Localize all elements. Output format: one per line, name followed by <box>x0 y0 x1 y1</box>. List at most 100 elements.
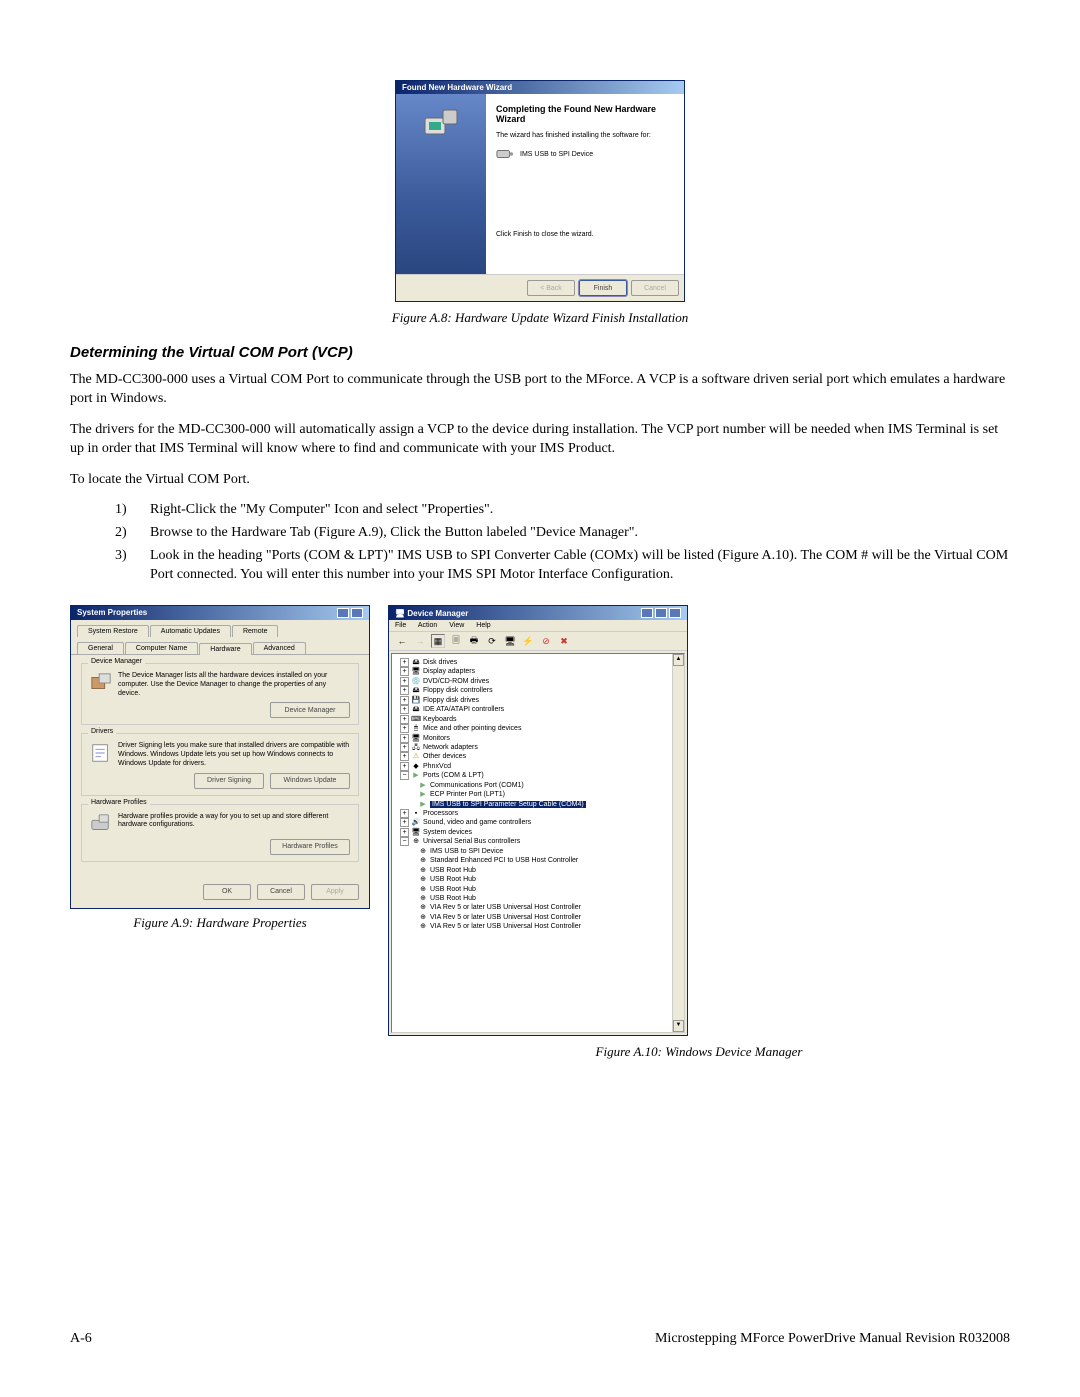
system-properties-dialog: System Properties System Restore Automat… <box>70 605 370 909</box>
menu-file[interactable]: File <box>395 622 406 629</box>
node-proc[interactable]: +▪Processors <box>400 809 682 818</box>
node-mon[interactable]: +🖥Monitors <box>400 734 682 743</box>
scroll-up-icon[interactable]: ▲ <box>673 654 684 666</box>
scan-icon[interactable]: 🖥 <box>503 634 517 648</box>
paragraph-2: The drivers for the MD-CC300-000 will au… <box>70 421 1010 459</box>
node-usb-via2[interactable]: ⊕VIA Rev 5 or later USB Universal Host C… <box>418 913 682 922</box>
node-ports[interactable]: −▶Ports (COM & LPT) <box>400 771 682 780</box>
node-usb-hub4[interactable]: ⊕USB Root Hub <box>418 894 682 903</box>
step-3: 3)Look in the heading "Ports (COM & LPT)… <box>115 547 1010 585</box>
node-usb[interactable]: −⊕Universal Serial Bus controllers <box>400 837 682 846</box>
node-mice[interactable]: +🖱Mice and other pointing devices <box>400 724 682 733</box>
print-icon[interactable]: 🖶 <box>467 634 481 648</box>
figure-a10-caption: Figure A.10: Windows Device Manager <box>388 1044 1010 1060</box>
tab-advanced[interactable]: Advanced <box>253 642 306 654</box>
dm-group-label: Device Manager <box>88 658 145 665</box>
cancel-button-sp[interactable]: Cancel <box>257 884 305 900</box>
hardware-wizard-dialog: Found New Hardware Wizard Completing the… <box>395 80 685 302</box>
maximize-icon[interactable] <box>655 608 667 618</box>
driver-signing-button[interactable]: Driver Signing <box>194 773 264 789</box>
hardware-profiles-button[interactable]: Hardware Profiles <box>270 839 350 855</box>
node-usb-ims[interactable]: ⊕IMS USB to SPI Device <box>418 847 682 856</box>
back-button: < Back <box>527 280 575 296</box>
paragraph-1: The MD-CC300-000 uses a Virtual COM Port… <box>70 371 1010 409</box>
node-usb-via1[interactable]: ⊕VIA Rev 5 or later USB Universal Host C… <box>418 903 682 912</box>
node-lpt1[interactable]: ▶ECP Printer Port (LPT1) <box>418 790 682 799</box>
page-number: A-6 <box>70 1331 92 1347</box>
dm-menubar: File Action View Help <box>389 620 687 632</box>
tab-remote[interactable]: Remote <box>232 625 279 637</box>
step-1: 1)Right-Click the "My Computer" Icon and… <box>115 501 1010 520</box>
sp-title-text: System Properties <box>77 608 147 618</box>
dm-icon <box>90 672 112 694</box>
node-phnx[interactable]: +◆PhnxVcd <box>400 762 682 771</box>
node-usb-hub1[interactable]: ⊕USB Root Hub <box>418 866 682 875</box>
wizard-text: The wizard has finished installing the s… <box>496 132 674 139</box>
dm-toolbar: ← → ▦ 🗏 🖶 ⟳ 🖥 ⚡ ⊘ ✖ <box>389 632 687 651</box>
footer-text: Microstepping MForce PowerDrive Manual R… <box>655 1331 1010 1347</box>
node-ide[interactable]: +🖴IDE ATA/ATAPI controllers <box>400 705 682 714</box>
dm-title-text: Device Manager <box>407 609 468 618</box>
back-icon[interactable]: ← <box>395 634 409 648</box>
menu-action[interactable]: Action <box>418 622 437 629</box>
tree-icon[interactable]: ▦ <box>431 634 445 648</box>
device-name: IMS USB to SPI Device <box>520 151 593 158</box>
node-net[interactable]: +🖧Network adapters <box>400 743 682 752</box>
menu-help[interactable]: Help <box>476 622 490 629</box>
figure-a9-caption: Figure A.9: Hardware Properties <box>70 915 370 931</box>
tab-general[interactable]: General <box>77 642 124 654</box>
wizard-title-bar: Found New Hardware Wizard <box>396 81 684 94</box>
apply-button: Apply <box>311 884 359 900</box>
node-dvd[interactable]: +💿DVD/CD-ROM drives <box>400 677 682 686</box>
device-tree[interactable]: +🖴Disk drives +🖥Display adapters +💿DVD/C… <box>391 653 685 1033</box>
close-icon-dm[interactable] <box>669 608 681 618</box>
node-sysd[interactable]: +🖥System devices <box>400 828 682 837</box>
refresh-icon[interactable]: ⟳ <box>485 634 499 648</box>
node-usb-hub3[interactable]: ⊕USB Root Hub <box>418 885 682 894</box>
scroll-down-icon[interactable]: ▼ <box>673 1020 684 1032</box>
node-usb-hub2[interactable]: ⊕USB Root Hub <box>418 875 682 884</box>
windows-update-button[interactable]: Windows Update <box>270 773 350 789</box>
node-usb-pci[interactable]: ⊕Standard Enhanced PCI to USB Host Contr… <box>418 856 682 865</box>
cancel-button: Cancel <box>631 280 679 296</box>
ok-button[interactable]: OK <box>203 884 251 900</box>
node-fdd[interactable]: +💾Floppy disk drives <box>400 696 682 705</box>
dm-group-text: The Device Manager lists all the hardwar… <box>118 672 350 698</box>
node-other[interactable]: +⚠Other devices <box>400 752 682 761</box>
hardware-icon <box>421 104 461 144</box>
tab-automatic-updates[interactable]: Automatic Updates <box>150 625 231 637</box>
driver-signing-icon <box>90 742 112 764</box>
minimize-icon[interactable] <box>641 608 653 618</box>
node-kbd[interactable]: +⌨Keyboards <box>400 715 682 724</box>
menu-view[interactable]: View <box>449 622 464 629</box>
update-icon[interactable]: ⚡ <box>521 634 535 648</box>
scrollbar[interactable]: ▲ ▼ <box>672 654 684 1032</box>
device-manager-window: 🖥 Device Manager File Action View Help <box>388 605 688 1036</box>
tab-system-restore[interactable]: System Restore <box>77 625 149 637</box>
node-usb-via3[interactable]: ⊕VIA Rev 5 or later USB Universal Host C… <box>418 922 682 931</box>
forward-icon: → <box>413 634 427 648</box>
close-icon[interactable] <box>351 608 363 618</box>
node-ims-com4[interactable]: ▶IMS USB to SPI Parameter Setup Cable (C… <box>418 800 682 809</box>
tab-hardware[interactable]: Hardware <box>199 643 251 655</box>
hp-group-label: Hardware Profiles <box>88 799 150 806</box>
node-com1[interactable]: ▶Communications Port (COM1) <box>418 781 682 790</box>
wizard-sidebar <box>396 94 486 274</box>
properties-icon[interactable]: 🗏 <box>449 634 463 648</box>
drv-group-label: Drivers <box>88 728 116 735</box>
disable-icon[interactable]: ⊘ <box>539 634 553 648</box>
tab-computer-name[interactable]: Computer Name <box>125 642 198 654</box>
section-heading: Determining the Virtual COM Port (VCP) <box>70 344 1010 361</box>
help-icon[interactable] <box>337 608 349 618</box>
finish-button[interactable]: Finish <box>579 280 627 296</box>
figure-a8-caption: Figure A.8: Hardware Update Wizard Finis… <box>70 310 1010 326</box>
uninstall-icon[interactable]: ✖ <box>557 634 571 648</box>
node-display[interactable]: +🖥Display adapters <box>400 667 682 676</box>
hp-group-text: Hardware profiles provide a way for you … <box>118 813 350 831</box>
node-fdc[interactable]: +🖴Floppy disk controllers <box>400 686 682 695</box>
node-svg[interactable]: +🔊Sound, video and game controllers <box>400 818 682 827</box>
dm-title-icon: 🖥 <box>395 609 407 618</box>
node-disk[interactable]: +🖴Disk drives <box>400 658 682 667</box>
device-manager-button[interactable]: Device Manager <box>270 702 350 718</box>
hardware-profile-icon <box>90 813 112 835</box>
